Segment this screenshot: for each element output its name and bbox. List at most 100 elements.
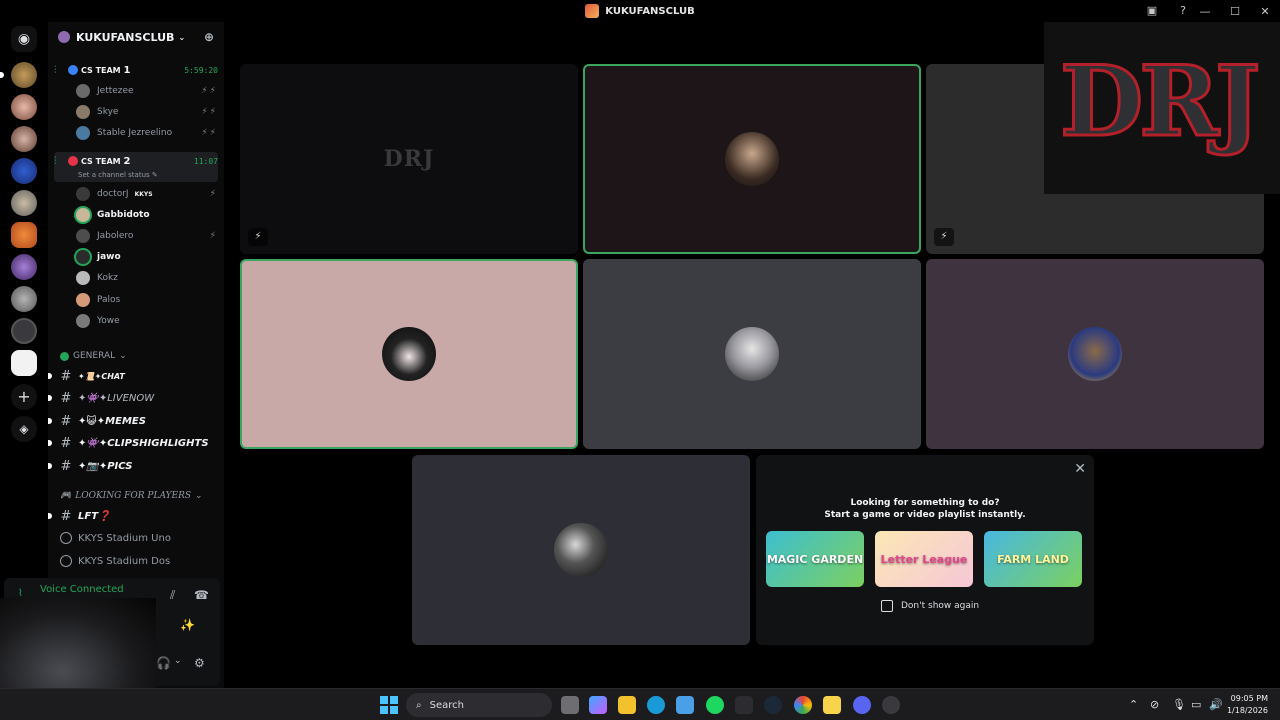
chrome-icon[interactable] [794,696,812,714]
tray-app-icon[interactable]: ⊘ [1150,698,1159,711]
voice-member[interactable]: doctorJ KKYS ⚡ [76,185,218,203]
close-icon[interactable]: ✕ [1074,461,1086,477]
voice-member[interactable]: Stable Jezreelino ⚡⚡ [76,124,218,142]
voice-member[interactable]: jawo [76,248,218,266]
stage-channel-dos[interactable]: KKYS Stadium Dos [60,555,170,567]
edge-icon[interactable] [647,696,665,714]
video-tile[interactable] [583,259,921,449]
voice-channel-name: CS TEAM 1 [81,64,131,76]
drj-logo: DRJ [383,146,435,172]
voice-activity-icon: ⫶ [54,155,57,167]
server-icon[interactable] [11,62,37,88]
app-icon[interactable] [735,696,753,714]
voice-member[interactable]: Jabolero ⚡ [76,227,218,245]
video-tile[interactable] [240,259,578,449]
add-server-icon[interactable]: + [11,384,37,410]
channel-status[interactable]: Set a channel status ✎ [78,171,158,179]
video-tile[interactable]: DRJ ⚡ [240,64,578,254]
windows-start-icon[interactable] [380,696,398,714]
server-icon[interactable] [11,190,37,216]
category-looking-for-players[interactable]: 🎮 LOOKING FOR PLAYERS ⌄ [60,491,203,501]
hash-icon: # [60,368,72,384]
taskbar-clock[interactable]: 09:05 PM 1/18/2026 [1227,693,1268,717]
disconnect-icon[interactable]: ☎ [194,588,209,602]
voice-channel-cs-team-1[interactable]: ⫶ CS TEAM 1 5:59:20 [54,62,218,78]
text-channel-chat[interactable]: # ✦📜✦CHAT [48,366,218,386]
unread-pip [0,72,4,78]
chevron-down-icon[interactable]: ⌄ [174,656,182,666]
gear-icon[interactable]: ⚙ [194,656,205,670]
voice-member[interactable]: Gabbidoto [76,206,218,224]
game-card-farm-land[interactable]: FARM LAND [984,531,1082,587]
game-title: Letter League [880,552,968,566]
server-icon[interactable] [11,350,37,376]
video-tile[interactable] [583,64,921,254]
category-label: LOOKING FOR PLAYERS [75,491,192,501]
unread-pip [48,440,52,446]
voice-member[interactable]: Kokz [76,269,218,287]
text-channel-pics[interactable]: # ✦📷✦PICS [48,456,218,476]
stage-channel-uno[interactable]: KKYS Stadium Uno [60,532,171,544]
voice-connected-status[interactable]: Voice Connected [40,584,124,595]
server-icon[interactable] [11,94,37,120]
maximize-button[interactable]: ☐ [1220,5,1250,18]
display-icon[interactable]: ▭ [1191,698,1201,711]
member-name: Gabbidoto [97,210,150,220]
taskbar-search[interactable]: ⌕ Search [406,693,552,717]
text-channel-lft[interactable]: # LFT❓ [48,506,218,526]
headphones-icon[interactable]: 🎧 [156,656,171,670]
close-button[interactable]: ✕ [1250,5,1280,18]
text-channel-clipshighlights[interactable]: # ✦👾✦CLIPSHIGHLIGHTS [48,433,218,453]
text-channel-memes[interactable]: # ✦😺✦MEMES [48,411,218,431]
invite-icon[interactable]: ⊕ [204,30,214,44]
sticky-notes-icon[interactable] [823,696,841,714]
voice-member[interactable]: Jettezee ⚡⚡ [76,82,218,100]
server-icon[interactable] [11,318,37,344]
spotify-icon[interactable] [706,696,724,714]
tray-chevron-up-icon[interactable]: ⌃ [1129,698,1138,711]
video-tile[interactable] [926,259,1264,449]
server-icon[interactable] [11,254,37,280]
volume-icon[interactable]: 🔊 [1209,698,1223,711]
discord-home-icon[interactable]: ◉ [11,26,37,52]
store-icon[interactable] [676,696,694,714]
soundboard-icon[interactable]: ✨ [180,618,195,632]
game-card-magic-garden[interactable]: MAGIC GARDEN [766,531,864,587]
game-card-letter-league[interactable]: Letter League [875,531,973,587]
voice-member[interactable]: Skye ⚡⚡ [76,103,218,121]
member-name: Jabolero [97,231,134,241]
minimize-button[interactable]: — [1190,5,1220,18]
server-icon[interactable] [11,126,37,152]
member-name: Stable Jezreelino [97,128,173,138]
hash-icon: # [60,458,72,474]
server-icon[interactable] [11,158,37,184]
checkbox[interactable] [881,600,893,612]
guild-header[interactable]: KUKUFANSCLUB ⌄ ⊕ [48,22,224,52]
text-channel-livenow[interactable]: # ✦👾✦LIVENOW [48,388,218,408]
microphone-icon[interactable]: 🎙 [1172,698,1186,711]
server-icon[interactable] [11,222,37,248]
hash-icon: # [60,508,72,524]
discover-icon[interactable]: ◈ [11,416,37,442]
file-explorer-icon[interactable] [618,696,636,714]
task-view-icon[interactable] [561,696,579,714]
category-general[interactable]: GENERAL ⌄ [60,351,127,361]
voice-member[interactable]: Palos [76,291,218,309]
noise-suppression-icon[interactable]: ⫽ [170,588,175,603]
voice-channel-cs-team-2[interactable]: ⫶ CS TEAM 2 11:07 [54,154,218,168]
discord-icon[interactable] [853,696,871,714]
avatar [76,105,90,119]
dont-show-again[interactable]: Don't show again [881,600,979,612]
server-icon[interactable] [11,286,37,312]
help-icon[interactable]: ? [1175,3,1191,19]
app-icon[interactable] [882,696,900,714]
avatar [76,250,90,264]
inbox-icon[interactable]: ▣ [1144,3,1160,19]
copilot-icon[interactable] [589,696,607,714]
member-name: doctorJ [97,189,129,199]
video-tile[interactable] [412,455,750,645]
steam-icon[interactable] [764,696,782,714]
activity-suggestion-panel: ✕ Looking for something to do? Start a g… [756,455,1094,645]
voice-member[interactable]: Yowe [76,312,218,330]
avatar [76,126,90,140]
